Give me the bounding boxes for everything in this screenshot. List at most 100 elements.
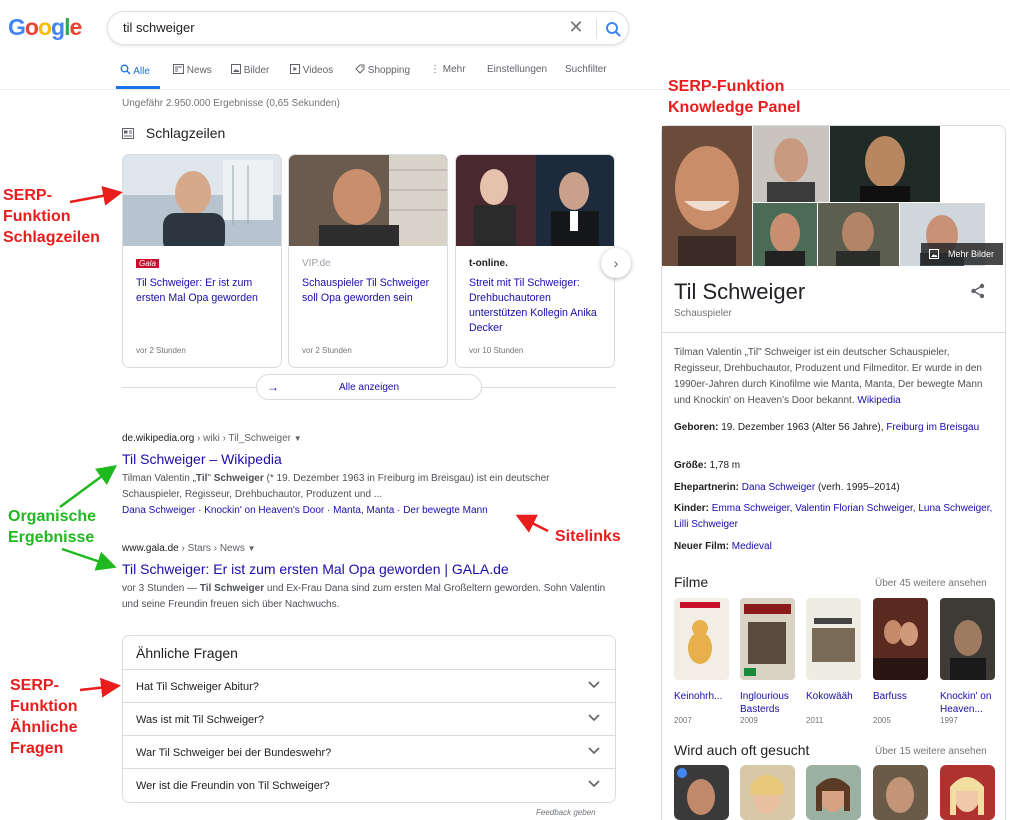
kp-photo[interactable] — [818, 203, 899, 266]
news-card[interactable]: t-online. Streit mit Til Schweiger: Dreh… — [455, 154, 615, 368]
sitelink[interactable]: Manta, Manta — [333, 505, 394, 516]
news-icon — [173, 64, 184, 74]
result-snippet: Tilman Valentin „Til" Schweiger (* 19. D… — [122, 473, 550, 500]
kp-photo[interactable] — [753, 126, 829, 202]
show-all-button[interactable]: → Alle anzeigen — [256, 374, 482, 400]
tab-videos[interactable]: Videos — [290, 64, 333, 76]
news-card[interactable]: VIP.de Schauspieler Til Schweiger soll O… — [288, 154, 448, 368]
film-title: Barfuss — [873, 691, 907, 702]
spouse-link[interactable]: Dana Schweiger — [742, 482, 815, 493]
related-person[interactable] — [674, 765, 729, 820]
news-card[interactable]: Gala Til Schweiger: Er ist zum ersten Ma… — [122, 154, 282, 368]
film-item[interactable]: Barfuss 2005 — [873, 598, 928, 725]
feedback-link[interactable]: Feedback geben — [536, 808, 596, 817]
google-logo[interactable]: Google — [8, 14, 82, 41]
chevron-down-icon — [588, 747, 600, 755]
next-arrow-button[interactable]: › — [601, 248, 631, 278]
share-icon[interactable] — [969, 282, 987, 300]
news-time: vor 2 Stunden — [136, 346, 186, 355]
kp-description: Tilman Valentin „Til" Schweiger ist ein … — [674, 347, 983, 406]
question-row[interactable]: Was ist mit Til Schweiger? — [123, 702, 615, 735]
film-poster — [674, 598, 729, 680]
dropdown-caret-icon[interactable]: ▼ — [294, 434, 302, 443]
question-row[interactable]: Hat Til Schweiger Abitur? — [123, 669, 615, 702]
news-title: Streit mit Til Schweiger: Drehbuchautore… — [469, 277, 597, 334]
tab-alle[interactable]: Alle — [120, 64, 150, 77]
result-breadcrumb: › Stars › News — [178, 543, 245, 554]
kp-title: Til Schweiger — [674, 279, 806, 304]
fact-height: Größe: 1,78 m — [674, 460, 741, 471]
news-title: Schauspieler Til Schweiger soll Opa gewo… — [302, 277, 430, 304]
tab-label: Einstellungen — [487, 64, 548, 75]
sitelinks: Dana Schweiger · Knockin' on Heaven's Do… — [122, 505, 488, 516]
question-text: Was ist mit Til Schweiger? — [136, 714, 264, 726]
tab-einstellungen[interactable]: Einstellungen — [487, 64, 547, 75]
kp-main-photo[interactable] — [662, 126, 752, 266]
chevron-down-icon — [588, 714, 600, 722]
annotation-knowledge-panel: SERP-Funktion Knowledge Panel — [668, 78, 801, 116]
kp-photo[interactable] — [753, 203, 817, 266]
sitelink[interactable]: Dana Schweiger — [122, 505, 195, 516]
arrow-organic-1 — [59, 465, 118, 509]
tag-icon — [355, 64, 365, 74]
chevron-down-icon — [588, 681, 600, 689]
film-item[interactable]: Knockin' on Heaven... 1997 — [940, 598, 995, 725]
film-item[interactable]: Inglourious Basterds 2009 — [740, 598, 795, 725]
sitelink[interactable]: Der bewegte Mann — [403, 505, 488, 516]
news-source: t-online. — [469, 258, 508, 269]
news-time: vor 10 Stunden — [469, 346, 524, 355]
news-thumbnail — [123, 155, 281, 246]
chevron-right-icon: › — [613, 255, 619, 271]
kp-photo[interactable] — [830, 126, 940, 202]
film-item[interactable]: Keinohrh... 2007 — [674, 598, 729, 725]
news-title: Til Schweiger: Er ist zum ersten Mal Opa… — [136, 277, 258, 304]
tab-shopping[interactable]: Shopping — [355, 64, 410, 76]
result-title[interactable]: Til Schweiger – Wikipedia — [122, 451, 282, 467]
related-person[interactable] — [873, 765, 928, 820]
film-item[interactable]: Kokowääh 2011 — [806, 598, 861, 725]
birthplace-link[interactable]: Freiburg im Breisgau — [886, 422, 979, 433]
dropdown-caret-icon[interactable]: ▼ — [248, 544, 256, 553]
related-person[interactable] — [940, 765, 995, 820]
films-more-link[interactable]: Über 45 weitere ansehen — [875, 578, 987, 589]
wikipedia-link[interactable]: Wikipedia — [857, 395, 900, 406]
question-text: Hat Til Schweiger Abitur? — [136, 681, 259, 693]
tab-mehr[interactable]: ⋮ Mehr — [430, 64, 466, 75]
question-text: Wer ist die Freundin von Til Schweiger? — [136, 780, 330, 792]
image-icon — [231, 64, 241, 74]
result-snippet: vor 3 Stunden — Til Schweiger und Ex-Fra… — [122, 583, 606, 610]
results-count: Ungefähr 2.950.000 Ergebnisse (0,65 Seku… — [122, 98, 340, 109]
question-row[interactable]: Wer ist die Freundin von Til Schweiger? — [123, 768, 615, 801]
tab-label: Videos — [302, 65, 334, 76]
film-title: Kokowääh — [806, 691, 853, 702]
result-url[interactable]: www.gala.de › Stars › News ▼ — [122, 543, 256, 554]
fact-spouse: Ehepartnerin: Dana Schweiger (verh. 1995… — [674, 482, 900, 493]
result-url[interactable]: de.wikipedia.org › wiki › Til_Schweiger … — [122, 433, 302, 444]
news-thumbnail — [289, 155, 447, 246]
tab-suchfilter[interactable]: Suchfilter — [565, 64, 607, 75]
tab-news[interactable]: News — [173, 64, 212, 76]
related-person[interactable] — [806, 765, 861, 820]
also-searched-more-link[interactable]: Über 15 weitere ansehen — [875, 746, 987, 757]
header-divider — [0, 89, 1010, 90]
chevron-down-icon — [588, 780, 600, 788]
sitelink[interactable]: Knockin' on Heaven's Door — [204, 505, 324, 516]
news-source: VIP.de — [302, 258, 331, 269]
question-row[interactable]: War Til Schweiger bei der Bundeswehr? — [123, 735, 615, 768]
film-year: 2009 — [740, 716, 758, 725]
annotation-organic: Organische Ergebnisse — [8, 508, 97, 546]
arrow-organic-2 — [61, 547, 117, 571]
search-input[interactable] — [123, 20, 543, 35]
more-images-button[interactable]: Mehr Bilder — [921, 243, 1003, 265]
tab-bilder[interactable]: Bilder — [231, 64, 269, 76]
fact-children: Kinder: Emma Schweiger, Valentin Florian… — [674, 503, 993, 530]
tab-label: Bilder — [243, 65, 270, 76]
related-person[interactable] — [740, 765, 795, 820]
film-title: Knockin' on Heaven... — [940, 691, 992, 715]
arrow-faq — [79, 677, 121, 698]
result-title[interactable]: Til Schweiger: Er ist zum ersten Mal Opa… — [122, 561, 509, 577]
clear-icon[interactable]: ✕ — [564, 17, 588, 38]
search-button[interactable] — [598, 17, 628, 41]
children-links[interactable]: Emma Schweiger, Valentin Florian Schweig… — [674, 503, 992, 530]
new-film-link[interactable]: Medieval — [732, 541, 772, 552]
